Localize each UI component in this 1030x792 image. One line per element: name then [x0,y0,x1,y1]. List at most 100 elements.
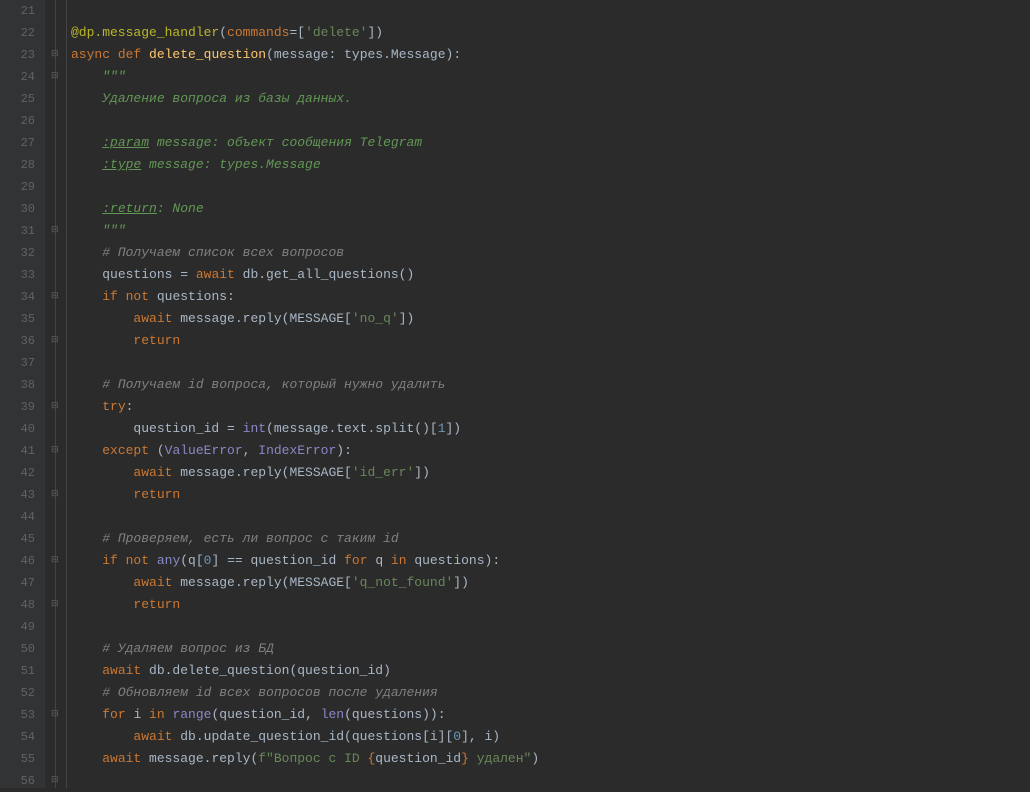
code-line[interactable]: await db.delete_question(question_id) [71,660,1030,682]
line-number: 41 [0,440,35,462]
code-line[interactable] [71,770,1030,788]
code-line[interactable]: # Удаляем вопрос из БД [71,638,1030,660]
code-editor[interactable]: 21 22 23 24 25 26 27 28 29 30 31 32 33 3… [0,0,1030,788]
fold-end-icon[interactable]: ⊟ [51,226,60,235]
builtin: len [321,707,344,722]
code-line[interactable]: """ [71,220,1030,242]
doc-tag: :return [102,201,157,216]
code-line[interactable]: await message.reply(MESSAGE['q_not_found… [71,572,1030,594]
call-end: ]) [446,421,462,436]
code-line[interactable]: # Получаем id вопроса, который нужно уда… [71,374,1030,396]
string-literal: 'no_q' [352,311,399,326]
keyword: return [133,487,180,502]
code-line[interactable]: :return: None [71,198,1030,220]
line-number: 53 [0,704,35,726]
code-line[interactable]: @dp.message_handler(commands=['delete']) [71,22,1030,44]
code-line[interactable]: return [71,484,1030,506]
fold-collapse-icon[interactable]: ⊟ [51,446,60,455]
call: db.delete_question(question_id) [149,663,391,678]
builtin: any [157,553,180,568]
comment: # Проверяем, есть ли вопрос с таким id [102,531,398,546]
code-line[interactable]: for i in range(question_id, len(question… [71,704,1030,726]
code-line[interactable]: # Обновляем id всех вопросов после удале… [71,682,1030,704]
code-line[interactable]: question_id = int(message.text.split()[1… [71,418,1030,440]
call-end: ) [531,751,539,766]
fold-collapse-icon[interactable]: ⊟ [51,50,60,59]
code-line[interactable] [71,352,1030,374]
fold-end-icon[interactable]: ⊟ [51,600,60,609]
keyword: in [149,707,172,722]
line-number: 55 [0,748,35,770]
fold-end-icon[interactable]: ⊟ [51,336,60,345]
code-line[interactable]: # Проверяем, есть ли вопрос с таким id [71,528,1030,550]
keyword: await [102,663,149,678]
code-line[interactable] [71,176,1030,198]
number-literal: 1 [438,421,446,436]
keyword: await [133,575,180,590]
fold-collapse-icon[interactable]: ⊟ [51,402,60,411]
fold-collapse-icon[interactable]: ⊟ [51,72,60,81]
call: message.reply(MESSAGE[ [180,465,352,480]
fold-end-icon[interactable]: ⊟ [51,776,60,785]
string-literal: 'id_err' [352,465,414,480]
code-line[interactable]: try: [71,396,1030,418]
code-line[interactable]: :type message: types.Message [71,154,1030,176]
fold-gutter: ⊟ ⊟ ⊟ ⊟ ⊟ ⊟ ⊟ ⊟ ⊟ ⊟ ⊟ ⊟ [45,0,67,788]
builtin: range [172,707,211,722]
fold-collapse-icon[interactable]: ⊟ [51,556,60,565]
code-line[interactable]: async def delete_question(message: types… [71,44,1030,66]
docstring-close: """ [102,223,125,238]
call: (q[ [180,553,203,568]
keyword-arg: commands [227,25,289,40]
line-number: 21 [0,0,35,22]
code-line[interactable]: """ [71,66,1030,88]
code-line[interactable]: Удаление вопроса из базы данных. [71,88,1030,110]
line-number: 37 [0,352,35,374]
call-end: ]) [399,311,415,326]
call: (question_id, [211,707,320,722]
code-line[interactable]: questions = await db.get_all_questions() [71,264,1030,286]
comment: # Получаем список всех вопросов [102,245,344,260]
code-line[interactable]: return [71,594,1030,616]
string-literal: 'delete' [305,25,367,40]
keyword: def [118,47,149,62]
line-number: 47 [0,572,35,594]
line-number: 48 [0,594,35,616]
code-line[interactable]: except (ValueError, IndexError): [71,440,1030,462]
keyword: if [102,553,125,568]
code-line[interactable] [71,506,1030,528]
code-line[interactable]: await db.update_question_id(questions[i]… [71,726,1030,748]
docstring-text: message: объект сообщения Telegram [149,135,422,150]
builtin: int [243,421,266,436]
code-line[interactable]: await message.reply(MESSAGE['id_err']) [71,462,1030,484]
code-line[interactable]: return [71,330,1030,352]
line-number: 43 [0,484,35,506]
code-line[interactable] [71,616,1030,638]
call-end: ]) [414,465,430,480]
line-number: 44 [0,506,35,528]
code-line[interactable] [71,110,1030,132]
call: db.update_question_id(questions[i][ [180,729,453,744]
line-number: 34 [0,286,35,308]
code-line[interactable]: await message.reply(f"Вопрос с ID {quest… [71,748,1030,770]
code-line[interactable]: :param message: объект сообщения Telegra… [71,132,1030,154]
code-line[interactable]: if not questions: [71,286,1030,308]
code-line[interactable]: if not any(q[0] == question_id for q in … [71,550,1030,572]
keyword: return [133,333,180,348]
code-area[interactable]: @dp.message_handler(commands=['delete'])… [67,0,1030,788]
code-line[interactable]: # Получаем список всех вопросов [71,242,1030,264]
fold-end-icon[interactable]: ⊟ [51,490,60,499]
code-line[interactable]: await message.reply(MESSAGE['no_q']) [71,308,1030,330]
call: message.reply(MESSAGE[ [180,575,352,590]
comment: # Удаляем вопрос из БД [102,641,274,656]
fold-collapse-icon[interactable]: ⊟ [51,710,60,719]
keyword: try [102,399,125,414]
line-number: 51 [0,660,35,682]
keyword: if [102,289,125,304]
line-number: 54 [0,726,35,748]
code-line[interactable] [71,0,1030,22]
call: db.get_all_questions() [243,267,415,282]
keyword: not [126,553,157,568]
identifier: question_id = [133,421,242,436]
fold-collapse-icon[interactable]: ⊟ [51,292,60,301]
